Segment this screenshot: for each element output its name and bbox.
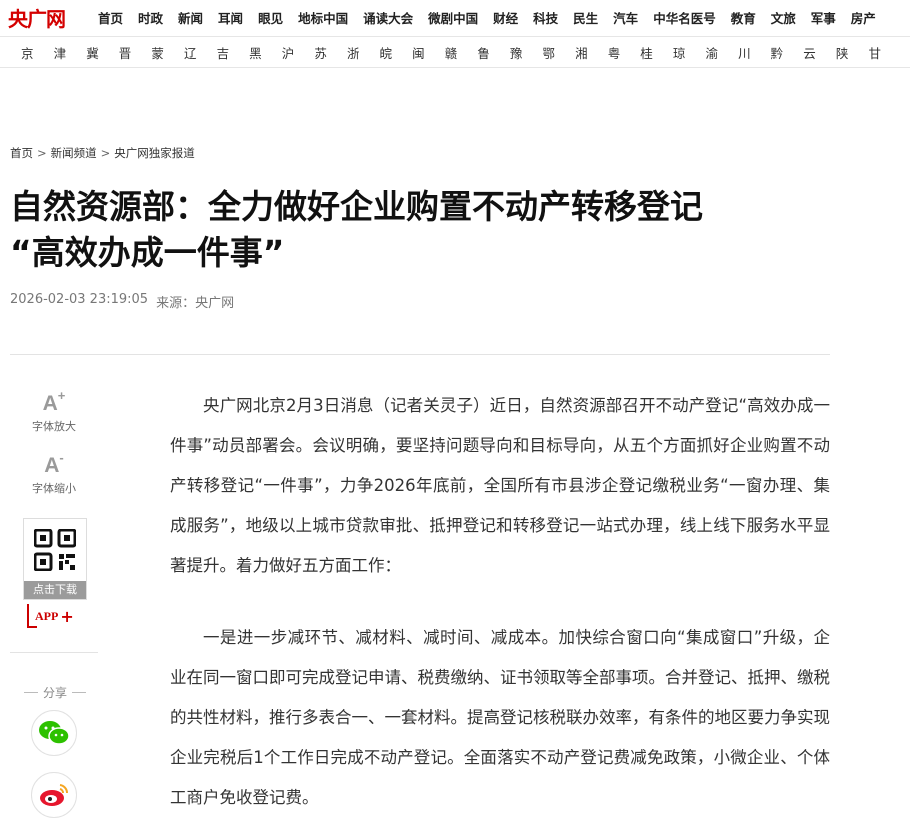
share-heading: 分享 <box>18 684 92 701</box>
province-link[interactable]: 京 <box>21 43 54 62</box>
province-link[interactable]: 晋 <box>119 43 152 62</box>
province-link[interactable]: 津 <box>54 43 87 62</box>
share-dash-left <box>23 692 38 693</box>
breadcrumb-separator: > <box>100 146 111 160</box>
nav-item[interactable]: 财经 <box>493 8 518 27</box>
province-link[interactable]: 浙 <box>347 43 380 62</box>
province-link[interactable]: 皖 <box>380 43 413 62</box>
province-link[interactable]: 辽 <box>184 43 217 62</box>
breadcrumb-home[interactable]: 首页 <box>10 145 33 161</box>
province-link[interactable]: 黑 <box>249 43 282 62</box>
province-link[interactable]: 云 <box>803 43 836 62</box>
article-meta: 2026-02-03 23:19:05 来源：央广网 <box>10 292 234 311</box>
nav-item[interactable]: 中华名医号 <box>653 8 716 27</box>
province-link[interactable]: 桂 <box>640 43 673 62</box>
top-nav: 央广网 首页 时政 新闻 耳闻 眼见 地标中国 诵读大会 微剧中国 财经 科技 民生 汽车 中华名医号教… <box>0 0 910 34</box>
app-bracket-icon <box>27 604 37 628</box>
share-weibo-button[interactable] <box>31 772 77 818</box>
font-decrease-icon: A- <box>44 450 64 477</box>
province-link[interactable]: 陕 <box>836 43 869 62</box>
nav-item[interactable]: 诵读大会 <box>363 8 413 27</box>
app-plus-icon: + <box>60 606 74 626</box>
logo-text: 央广网 <box>8 6 66 31</box>
nav-item[interactable]: 微剧中国 <box>428 8 478 27</box>
wechat-icon <box>39 721 70 745</box>
nav-item[interactable]: 汽车 <box>613 8 638 27</box>
nav-item[interactable]: 耳闻 <box>218 8 243 27</box>
nav-item[interactable]: 房产 <box>851 8 876 27</box>
download-label: 点击下载 <box>24 581 86 599</box>
province-link[interactable]: 蒙 <box>151 43 184 62</box>
site-logo[interactable]: 央广网 <box>0 0 98 34</box>
province-link[interactable]: 豫 <box>510 43 543 62</box>
font-decrease-label: 字体缩小 <box>32 482 76 495</box>
share-dash-right <box>72 692 86 693</box>
app-download-qr[interactable]: 点击下载 <box>23 518 87 600</box>
nav-item[interactable]: 眼见 <box>258 8 283 27</box>
breadcrumb-section[interactable]: 央广网独家报道 <box>114 145 195 161</box>
province-link[interactable]: 赣 <box>445 43 478 62</box>
province-link[interactable]: 冀 <box>86 43 119 62</box>
nav-item[interactable]: 首页 <box>98 8 123 27</box>
province-link[interactable]: 吉 <box>217 43 250 62</box>
nav-item[interactable]: 军事 <box>811 8 836 27</box>
font-decrease-button[interactable]: A- 字体缩小 <box>18 450 90 496</box>
province-link[interactable]: 琼 <box>673 43 706 62</box>
weibo-icon <box>40 784 69 806</box>
nav-item[interactable]: 时政 <box>138 8 163 27</box>
nav-item[interactable]: 科技 <box>533 8 558 27</box>
province-link[interactable]: 鄂 <box>543 43 576 62</box>
province-link[interactable]: 湘 <box>575 43 608 62</box>
nav-list: 首页 时政 新闻 耳闻 眼见 地标中国 诵读大会 微剧中国 财经 科技 民生 汽车 中华名医号 教育 文旅军… <box>98 0 891 34</box>
province-link[interactable]: 渝 <box>705 43 738 62</box>
title-line-1: 自然资源部：全力做好企业购置不动产转移登记 <box>10 187 703 226</box>
share-label: 分享 <box>42 686 67 700</box>
qr-code-icon <box>34 529 76 571</box>
app-badge[interactable]: APP + <box>27 604 74 628</box>
nav-item[interactable]: 教育 <box>731 8 756 27</box>
province-link[interactable]: 沪 <box>282 43 315 62</box>
nav-item[interactable]: 新闻 <box>178 8 203 27</box>
nav-item[interactable]: 民生 <box>573 8 598 27</box>
province-link[interactable]: 川 <box>738 43 771 62</box>
province-link[interactable]: 闽 <box>412 43 445 62</box>
article-body: 央广网北京2月3日消息（记者关灵子）近日，自然资源部召开不动产登记“高效办成一件… <box>170 386 830 820</box>
sidebar-divider <box>10 652 98 653</box>
article-paragraph: 一是进一步减环节、减材料、减时间、减成本。加快综合窗口向“集成窗口”升级，企业在… <box>170 628 830 807</box>
province-link[interactable]: 鲁 <box>477 43 510 62</box>
header-divider <box>10 354 830 355</box>
breadcrumb: 首页 > 新闻频道 > 央广网独家报道 <box>10 145 195 161</box>
article-source: 来源：央广网 <box>156 296 235 311</box>
publish-datetime: 2026-02-03 23:19:05 <box>10 292 149 307</box>
province-link[interactable]: 甘 <box>868 43 901 62</box>
app-label: APP <box>35 608 59 623</box>
breadcrumb-separator: > <box>37 146 47 160</box>
article-paragraph: 央广网北京2月3日消息（记者关灵子）近日，自然资源部召开不动产登记“高效办成一件… <box>170 396 830 575</box>
page-title: 自然资源部：全力做好企业购置不动产转移登记 “高效办成一件事” <box>10 184 830 276</box>
province-bar: 京津冀晋蒙辽吉黑沪苏浙皖闽赣鲁豫鄂湘粤桂琼渝川黔云陕甘 <box>0 36 910 68</box>
share-wechat-button[interactable] <box>31 710 77 756</box>
title-line-2: “高效办成一件事” <box>10 233 285 272</box>
province-link[interactable]: 黔 <box>771 43 804 62</box>
province-link[interactable]: 粤 <box>608 43 641 62</box>
nav-item[interactable]: 文旅 <box>771 8 796 27</box>
nav-item[interactable]: 地标中国 <box>298 8 348 27</box>
font-increase-icon: A+ <box>42 388 66 415</box>
font-increase-label: 字体放大 <box>32 420 76 433</box>
font-increase-button[interactable]: A+ 字体放大 <box>18 388 90 434</box>
province-link[interactable]: 苏 <box>314 43 347 62</box>
breadcrumb-channel[interactable]: 新闻频道 <box>51 145 97 161</box>
